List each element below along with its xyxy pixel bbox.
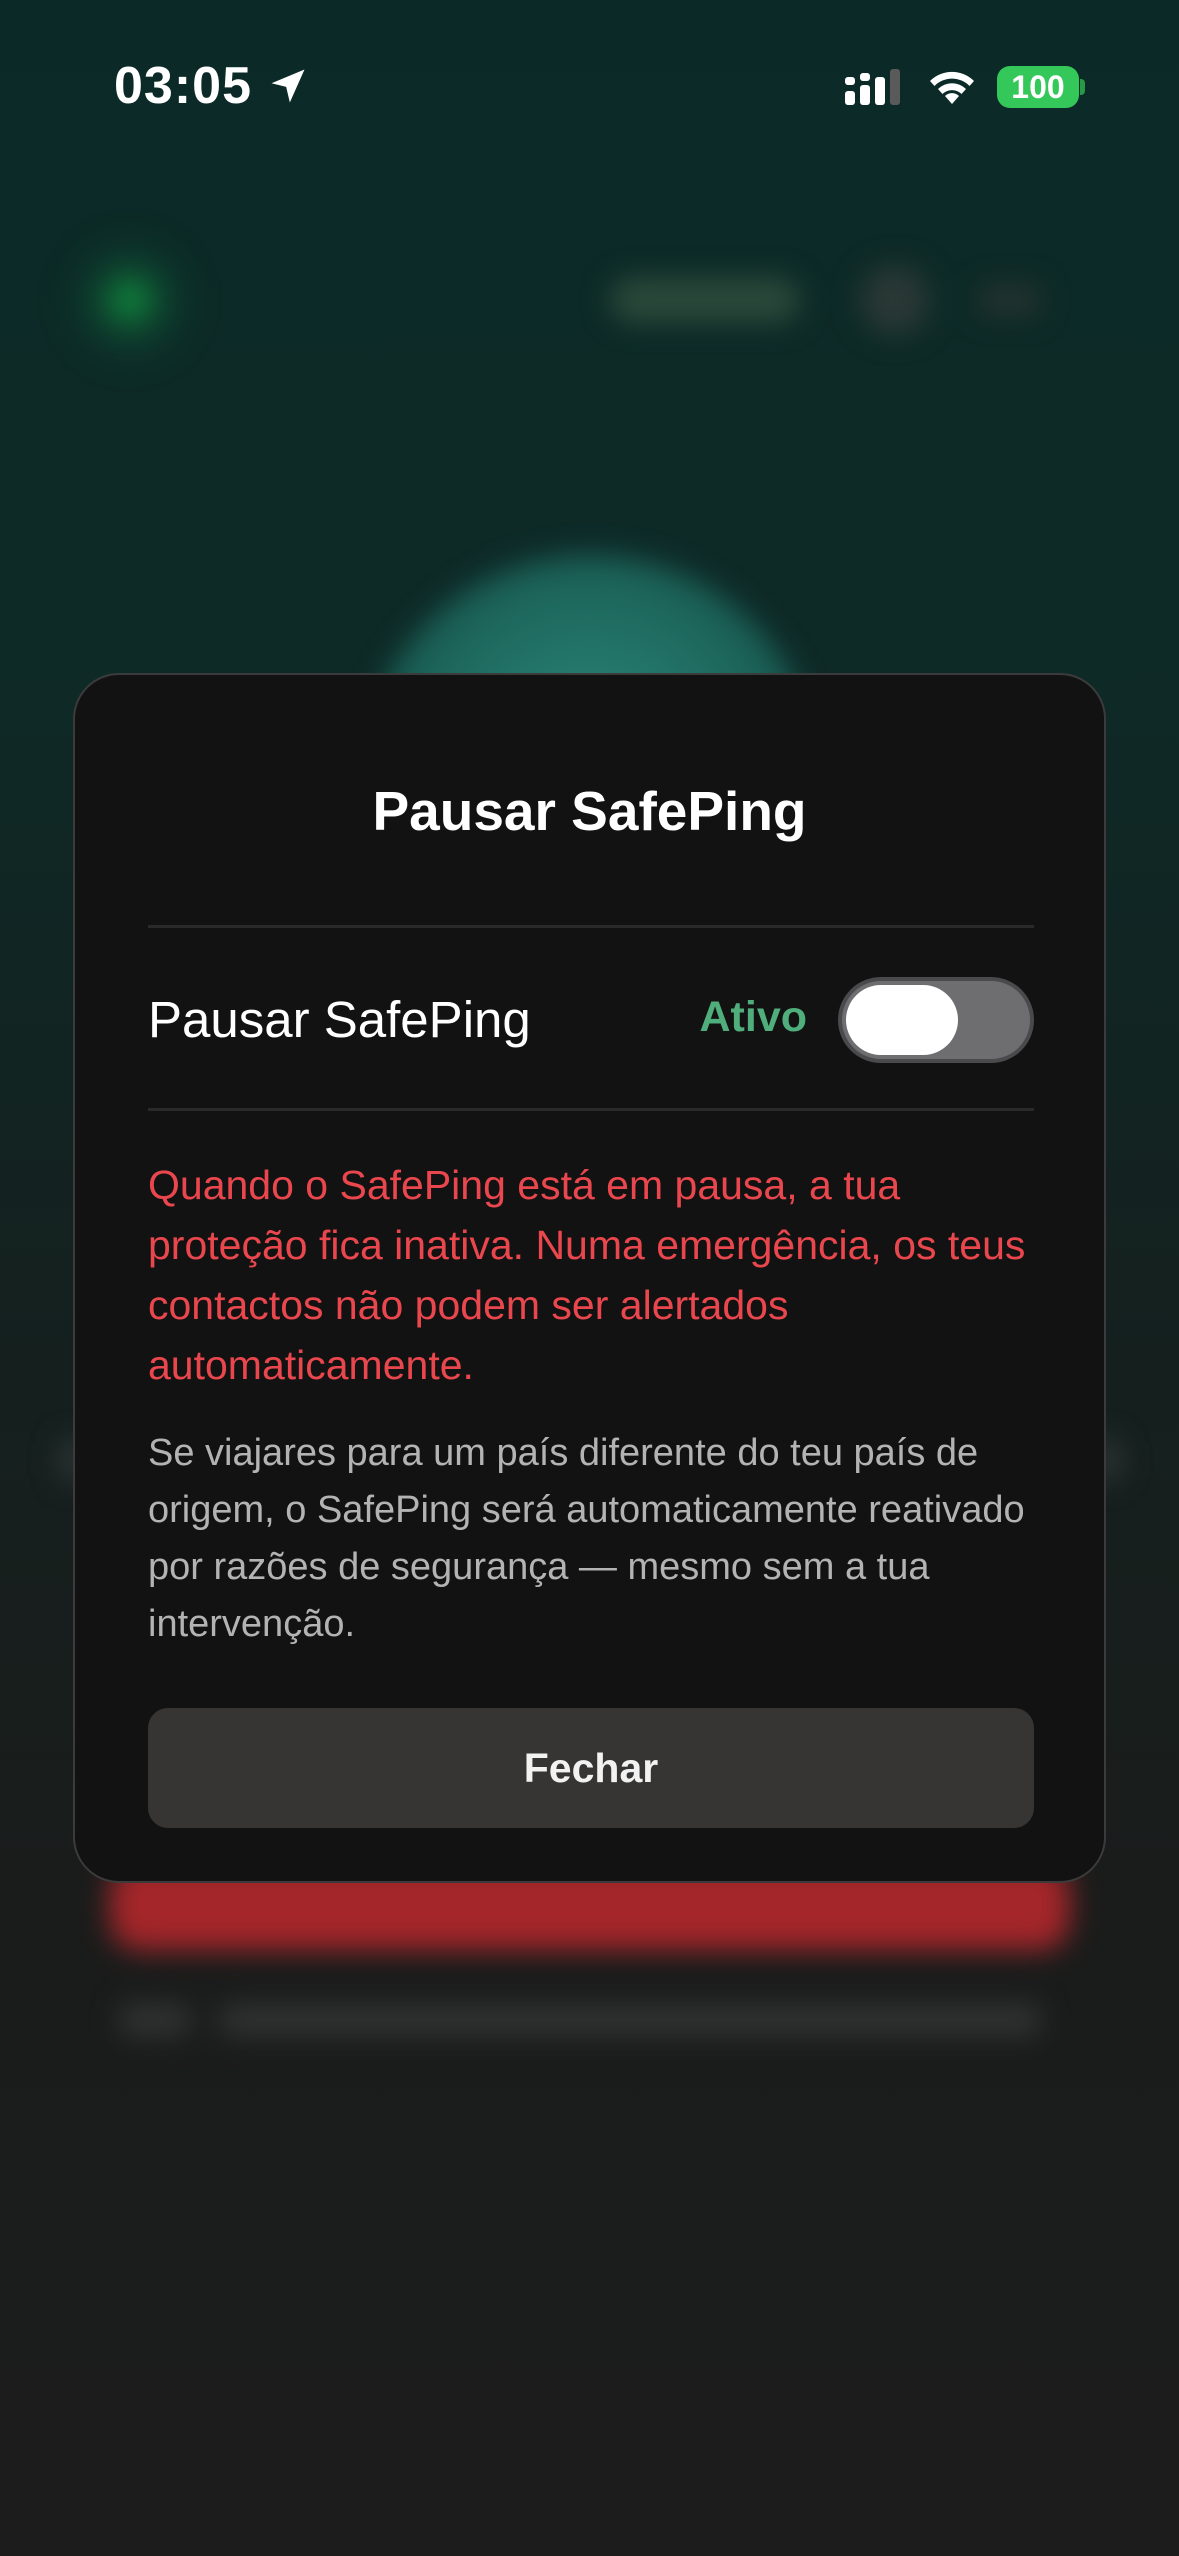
pause-status-text: Ativo <box>699 993 808 1041</box>
divider-bottom <box>148 1108 1034 1111</box>
pause-modal: Pausar SafePing Pausar SafePing Ativo Qu… <box>73 673 1106 1883</box>
battery-indicator: 100 <box>997 66 1079 108</box>
background-profile-button <box>860 265 930 335</box>
background-header <box>110 250 1130 350</box>
background-status-pill <box>610 278 800 322</box>
wifi-icon <box>930 71 974 104</box>
status-time: 03:05 <box>114 57 252 115</box>
close-button[interactable]: Fechar <box>148 1708 1034 1828</box>
modal-title: Pausar SafePing <box>372 780 807 842</box>
pause-toggle-row[interactable]: Pausar SafePing Ativo <box>148 928 1034 1108</box>
location-arrow-icon <box>271 69 305 103</box>
pause-toggle-switch[interactable] <box>838 977 1034 1063</box>
warning-message: Quando o SafePing está em pausa, a tua p… <box>148 1162 1026 1388</box>
background-menu <box>980 285 1040 315</box>
toggle-knob <box>846 985 958 1055</box>
background-status-dot <box>110 280 150 320</box>
battery-tip <box>1080 79 1085 95</box>
background-footer-note <box>120 2005 1060 2041</box>
status-bar: 03:05 100 <box>0 0 1179 170</box>
pause-toggle-label: Pausar SafePing <box>148 991 531 1048</box>
screen: 03:05 100 Pausar SafePing Pausar SafePin… <box>0 0 1179 2556</box>
info-message: Se viajares para um país diferente do te… <box>148 1432 1025 1645</box>
cellular-signal-icon <box>845 69 900 105</box>
